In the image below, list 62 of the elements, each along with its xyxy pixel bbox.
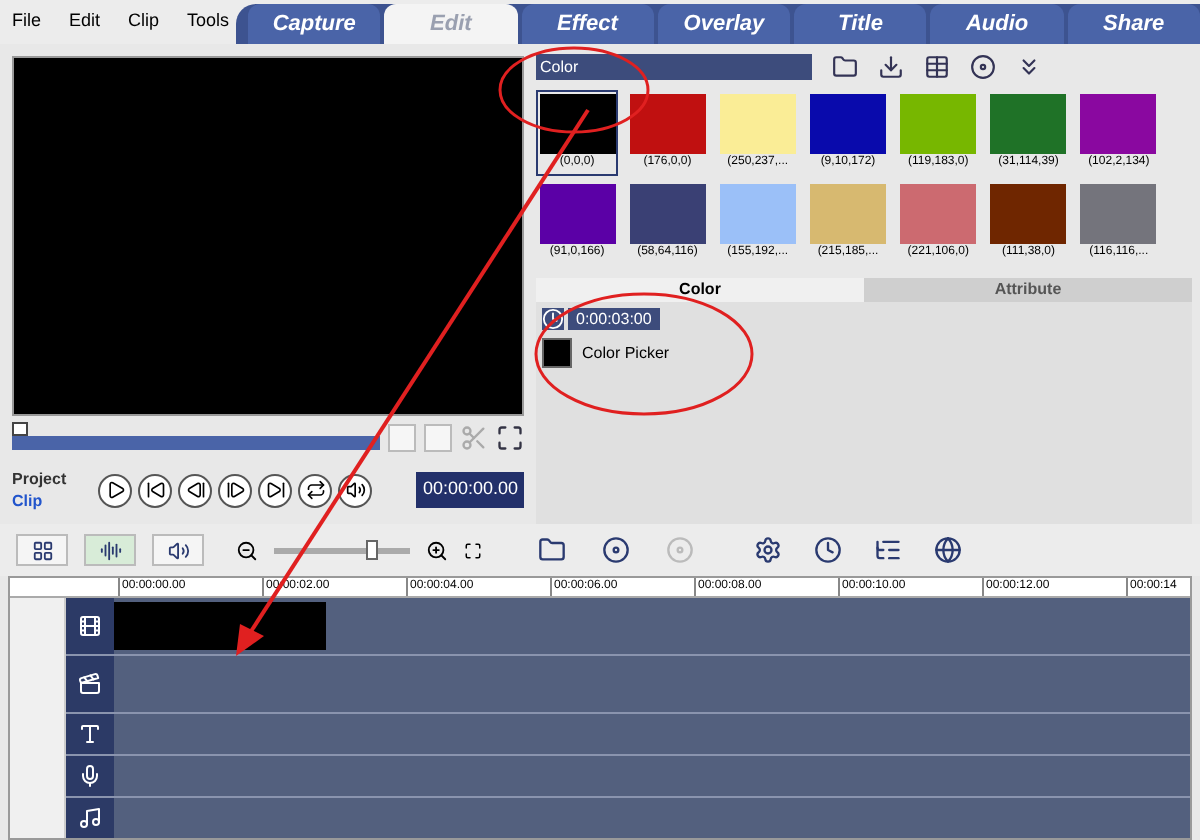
menu-item[interactable]: Edit <box>69 8 101 36</box>
view-mode-button[interactable] <box>16 534 68 566</box>
scrub-handle[interactable] <box>12 421 28 435</box>
globe-icon[interactable] <box>934 536 962 564</box>
menu-item[interactable]: Tools <box>187 8 230 36</box>
menu-item[interactable]: File <box>12 8 42 36</box>
zoom-in-icon[interactable] <box>426 539 448 561</box>
category-dropdown[interactable]: Color <box>536 53 812 79</box>
view-mode-button[interactable] <box>84 534 136 566</box>
play-mode-option[interactable]: Clip <box>12 490 92 512</box>
timeline-view-icon <box>99 539 121 561</box>
disc-icon[interactable] <box>602 536 630 564</box>
color-picker-swatch[interactable] <box>542 338 572 368</box>
download-icon[interactable] <box>878 53 904 79</box>
mode-tab[interactable]: Audio <box>930 4 1064 44</box>
enlarge-icon[interactable] <box>496 424 524 452</box>
track-icon <box>78 672 102 696</box>
track-icon <box>78 806 102 830</box>
fit-icon[interactable] <box>464 541 482 559</box>
table-icon[interactable] <box>924 53 950 79</box>
end-button[interactable] <box>258 473 292 507</box>
disc-icon[interactable] <box>970 53 996 79</box>
repeat-icon <box>305 480 325 500</box>
mode-tab[interactable]: Capture <box>248 4 381 44</box>
mode-tab[interactable]: Overlay <box>657 4 791 44</box>
audio-view-icon <box>167 539 189 561</box>
timecode-field[interactable]: 00:00:00.00 <box>416 472 524 508</box>
next-frame-button[interactable] <box>218 473 252 507</box>
folder-icon[interactable] <box>538 536 566 564</box>
storyboard-view-icon <box>31 539 53 561</box>
folder-icon[interactable] <box>832 53 858 79</box>
clock-icon[interactable] <box>814 536 842 564</box>
play-button[interactable] <box>98 473 132 507</box>
step-forward-icon <box>225 480 245 500</box>
start-button[interactable] <box>138 473 172 507</box>
options-tab[interactable]: Color <box>536 278 864 302</box>
settings-icon[interactable] <box>754 536 782 564</box>
expand-icon[interactable] <box>1016 53 1042 79</box>
options-tab[interactable]: Attribute <box>864 278 1192 302</box>
track-icon <box>78 722 102 746</box>
tree-icon[interactable] <box>874 536 902 564</box>
volume-button[interactable] <box>338 473 372 507</box>
view-mode-button[interactable] <box>152 534 204 566</box>
step-back-icon <box>185 480 205 500</box>
skip-forward-icon <box>265 480 285 500</box>
skip-back-icon <box>145 480 165 500</box>
track-icon <box>78 764 102 788</box>
menu-item[interactable]: Clip <box>128 8 160 36</box>
mode-tab[interactable]: Effect <box>521 4 654 44</box>
play-icon <box>105 480 125 500</box>
repeat-button[interactable] <box>298 473 332 507</box>
color-picker-label: Color Picker <box>582 341 670 365</box>
mode-tab[interactable]: Share <box>1067 4 1200 44</box>
play-mode-option[interactable]: Project <box>12 468 92 490</box>
previous-frame-button[interactable] <box>178 473 212 507</box>
speaker-icon <box>345 480 365 500</box>
zoom-out-icon[interactable] <box>236 539 258 561</box>
track-icon <box>78 614 102 638</box>
mode-tab[interactable]: Title <box>794 4 927 44</box>
duration-field[interactable]: 0:00:03:00 <box>568 308 660 330</box>
clip[interactable] <box>114 602 326 650</box>
scrub-bar[interactable] <box>12 435 380 449</box>
